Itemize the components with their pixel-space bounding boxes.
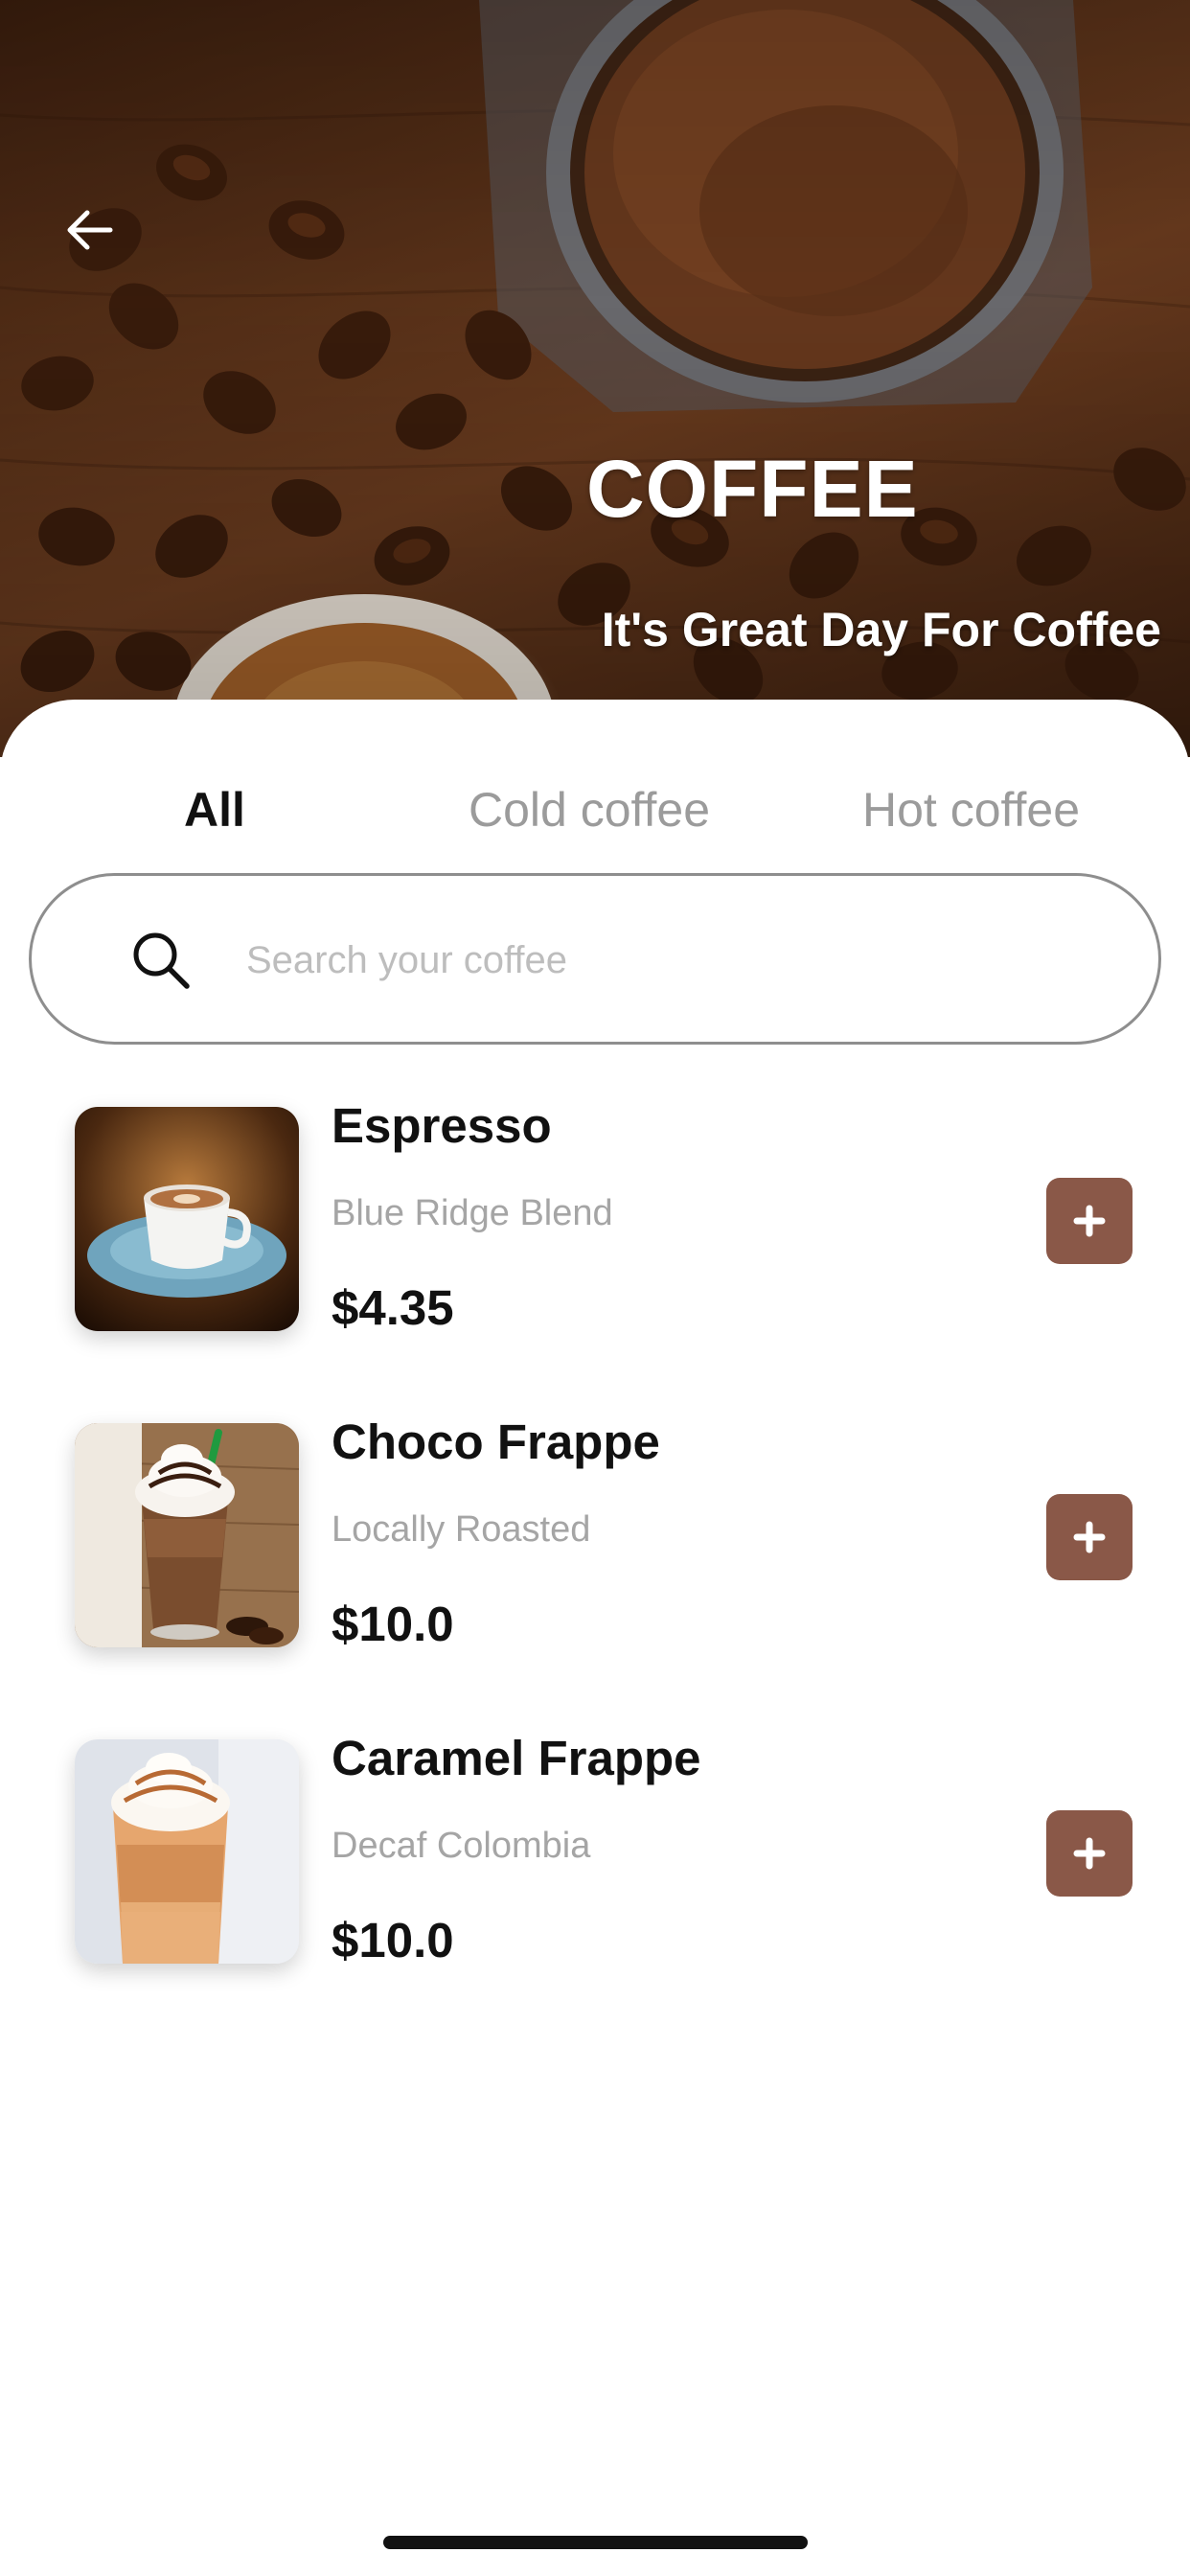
coffee-menu-screen: COFFEE It's Great Day For Coffee All Col… — [0, 0, 1190, 2576]
tab-all[interactable]: All — [184, 771, 245, 848]
add-to-cart-button[interactable] — [1046, 1178, 1133, 1264]
back-button[interactable] — [56, 201, 123, 259]
product-row[interactable]: Caramel Frappe Decaf Colombia $10.0 — [0, 1720, 1190, 1989]
search-input[interactable] — [246, 914, 1109, 1006]
product-price: $10.0 — [332, 1597, 454, 1651]
product-origin: Blue Ridge Blend — [332, 1193, 613, 1233]
home-indicator[interactable] — [383, 2536, 808, 2549]
hero-title: COFFEE — [586, 444, 919, 534]
product-origin: Locally Roasted — [332, 1509, 591, 1550]
espresso-cup-image — [75, 1107, 299, 1331]
tab-hot-coffee[interactable]: Hot coffee — [862, 771, 1080, 848]
hero-subtitle: It's Great Day For Coffee — [601, 603, 1161, 656]
product-origin: Decaf Colombia — [332, 1826, 591, 1866]
product-price: $4.35 — [332, 1280, 454, 1335]
product-row[interactable]: Choco Frappe Locally Roasted $10.0 — [0, 1404, 1190, 1672]
product-image — [75, 1739, 299, 1964]
add-to-cart-button[interactable] — [1046, 1494, 1133, 1580]
hero-banner: COFFEE It's Great Day For Coffee — [0, 0, 1190, 757]
search-bar[interactable] — [29, 873, 1161, 1045]
search-icon — [133, 932, 190, 989]
product-name: Choco Frappe — [332, 1414, 660, 1469]
add-to-cart-button[interactable] — [1046, 1810, 1133, 1897]
plus-icon — [1073, 1521, 1106, 1553]
product-image — [75, 1423, 299, 1647]
choco-frappe-image — [75, 1423, 299, 1647]
content-sheet: All Cold coffee Hot coffee Search your c… — [0, 700, 1190, 2576]
plus-icon — [1073, 1205, 1106, 1237]
product-row[interactable]: Espresso Blue Ridge Blend $4.35 — [0, 1088, 1190, 1356]
product-name: Espresso — [332, 1098, 552, 1153]
plus-icon — [1073, 1837, 1106, 1870]
caramel-frappe-image — [75, 1739, 299, 1964]
product-image — [75, 1107, 299, 1331]
category-tabs: All Cold coffee Hot coffee — [0, 771, 1190, 848]
product-price: $10.0 — [332, 1913, 454, 1967]
product-name: Caramel Frappe — [332, 1731, 701, 1785]
tab-cold-coffee[interactable]: Cold coffee — [469, 771, 710, 848]
arrow-left-icon — [67, 210, 113, 250]
